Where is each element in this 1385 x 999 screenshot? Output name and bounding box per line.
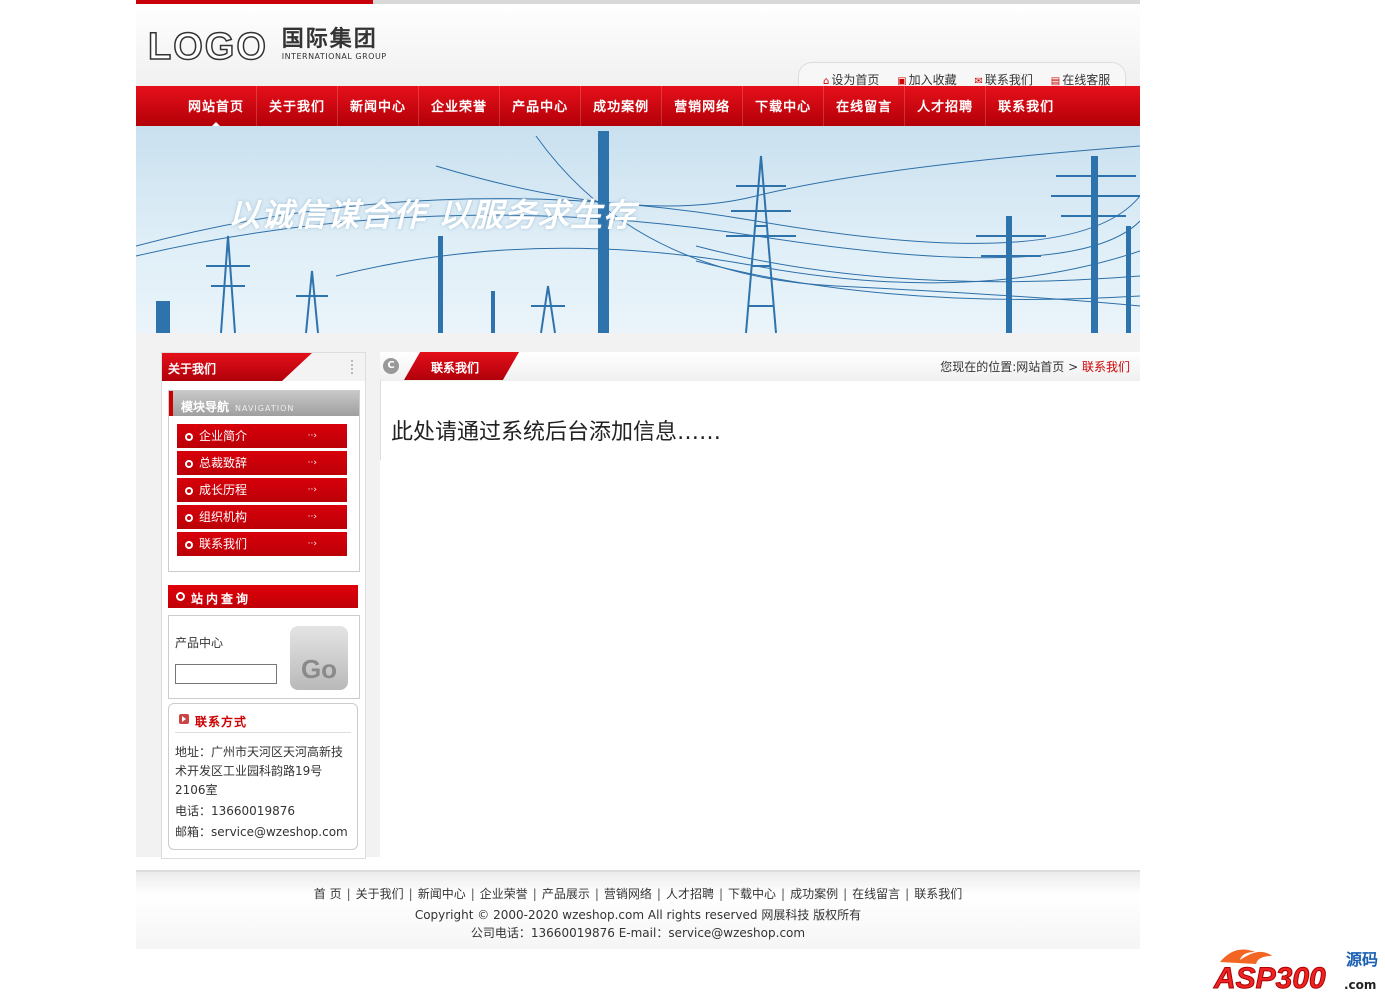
footer: 首 页 | 关于我们 | 新闻中心 | 企业荣誉 | 产品展示 | 营销网络 | 人才招聘 | 下载中心 | 成… [136, 870, 1140, 949]
footer-link-network[interactable]: 营销网络 [604, 887, 652, 901]
watermark-com: .com [1344, 978, 1377, 992]
header: LOGO 国际集团 INTERNATIONAL GROUP ⌂ 设为首页 ▣ 加入收… [136, 4, 1140, 91]
nav-item-products[interactable]: 产品中心 [500, 86, 582, 126]
module-nav-title: 模块导航 NAVIGATION [169, 391, 359, 416]
contact-address: 地址：广州市天河区天河高新技术开发区工业园科韵路19号2106室 [175, 745, 344, 797]
breadcrumb-home-link[interactable]: 网站首页 [1016, 360, 1064, 374]
bullet-icon [185, 514, 193, 522]
site-logo[interactable]: LOGO 国际集团 INTERNATIONAL GROUP [147, 26, 387, 68]
nav-item-jobs[interactable]: 人才招聘 [905, 86, 987, 126]
bullet-icon [185, 460, 193, 468]
arrow-right-icon: ··› [307, 485, 317, 495]
section-chip: C [383, 358, 399, 374]
footer-link-home[interactable]: 首 页 [314, 887, 342, 901]
search-category-label: 产品中心 [175, 636, 224, 650]
nav-item-cases[interactable]: 成功案例 [581, 86, 663, 126]
go-button[interactable]: Go [290, 626, 348, 690]
breadcrumb: 您现在的位置:网站首页 > 联系我们 [940, 360, 1130, 374]
site-search-box: 产品中心 Go [168, 615, 360, 699]
sidebar-item-contact[interactable]: 联系我们 ··› [177, 532, 347, 556]
main-nav: 网站首页 关于我们 新闻中心 企业荣誉 产品中心 成功案例 营销网络 下载中心 … [136, 86, 1140, 126]
bullet-icon [185, 541, 193, 549]
nav-item-home[interactable]: 网站首页 [176, 86, 258, 126]
search-input[interactable] [175, 664, 277, 684]
footer-link-about[interactable]: 关于我们 [356, 887, 404, 901]
nav-item-network[interactable]: 营销网络 [662, 86, 744, 126]
content-title: 联系我们 [431, 361, 480, 375]
banner: 以诚信谋合作 以服务求生存 [136, 126, 1140, 333]
content-header: C 联系我们 您现在的位置:网站首页 > 联系我们 [380, 352, 1140, 381]
sidebar-title: 关于我们 [168, 362, 217, 376]
footer-links: 首 页 | 关于我们 | 新闻中心 | 企业荣誉 | 产品展示 | 营销网络 | 人才招聘 | 下载中心 | 成… [313, 887, 963, 901]
contact-title: 联系方式 [195, 715, 248, 729]
bullet-icon [185, 433, 193, 441]
sidebar-item-history[interactable]: 成长历程 ··› [177, 478, 347, 502]
footer-copyright: Copyright © 2000-2020 wzeshop.com All ri… [414, 908, 862, 922]
breadcrumb-current: 联系我们 [1081, 360, 1130, 374]
watermark-logo: ASP300 源码 .com [1210, 942, 1382, 996]
bullet-icon [185, 487, 193, 495]
content-panel: C 联系我们 您现在的位置:网站首页 > 联系我们 此处请通过系统后台添加信息…… [380, 352, 1140, 857]
site-search-header: 站内查询 [168, 585, 358, 608]
banner-slogan: 以诚信谋合作 以服务求生存 [228, 196, 637, 234]
arrow-right-icon: ··› [307, 512, 317, 522]
nav-item-about[interactable]: 关于我们 [257, 86, 339, 126]
module-nav: 模块导航 NAVIGATION 企业简介 ··› 总裁致辞 ··› 成长历程 ··› 组… [168, 390, 360, 572]
arrow-right-icon: ··› [307, 458, 317, 468]
arrow-box-icon [179, 714, 189, 724]
sidebar-item-ceo-message[interactable]: 总裁致辞 ··› [177, 451, 347, 475]
nav-item-news[interactable]: 新闻中心 [338, 86, 420, 126]
footer-link-news[interactable]: 新闻中心 [418, 887, 466, 901]
footer-link-products[interactable]: 产品展示 [542, 887, 590, 901]
footer-link-download[interactable]: 下载中心 [728, 887, 776, 901]
content-body: 此处请通过系统后台添加信息…… [391, 420, 722, 445]
footer-link-message[interactable]: 在线留言 [852, 887, 900, 901]
footer-contact: 公司电话：13660019876 E-mail：service@wzeshop.… [470, 926, 806, 940]
watermark-cn: 源码 [1346, 950, 1379, 969]
nav-item-download[interactable]: 下载中心 [743, 86, 825, 126]
bullet-icon [176, 592, 185, 601]
contact-email: 邮箱：service@wzeshop.com [175, 825, 348, 839]
sidebar-item-organization[interactable]: 组织机构 ··› [177, 505, 347, 529]
logo-mark: LOGO [147, 26, 268, 68]
footer-link-contact[interactable]: 联系我们 [914, 887, 962, 901]
nav-item-message[interactable]: 在线留言 [824, 86, 906, 126]
nav-item-honors[interactable]: 企业荣誉 [419, 86, 501, 126]
footer-link-cases[interactable]: 成功案例 [790, 887, 838, 901]
content-divider [380, 380, 381, 460]
contact-box: 联系方式 地址：广州市天河区天河高新技术开发区工业园科韵路19号2106室 电话… [168, 703, 358, 850]
sidebar: 关于我们 模块导航 NAVIGATION 企业简介 ··› 总裁致辞 ··› 成长历程… [161, 352, 366, 859]
footer-link-jobs[interactable]: 人才招聘 [666, 887, 714, 901]
arrow-right-icon: ··› [307, 539, 317, 549]
sidebar-item-intro[interactable]: 企业简介 ··› [177, 424, 347, 448]
nav-item-contact[interactable]: 联系我们 [986, 86, 1066, 126]
contact-phone: 电话：13660019876 [175, 804, 295, 818]
arrow-right-icon: ··› [307, 431, 317, 441]
watermark-brand: ASP300 [1214, 962, 1327, 996]
logo-name-en: INTERNATIONAL GROUP [281, 52, 387, 61]
sidebar-header: 关于我们 [162, 353, 365, 381]
footer-link-honors[interactable]: 企业荣誉 [480, 887, 528, 901]
logo-name-cn: 国际集团 [281, 27, 378, 52]
grip-icon [351, 360, 357, 374]
